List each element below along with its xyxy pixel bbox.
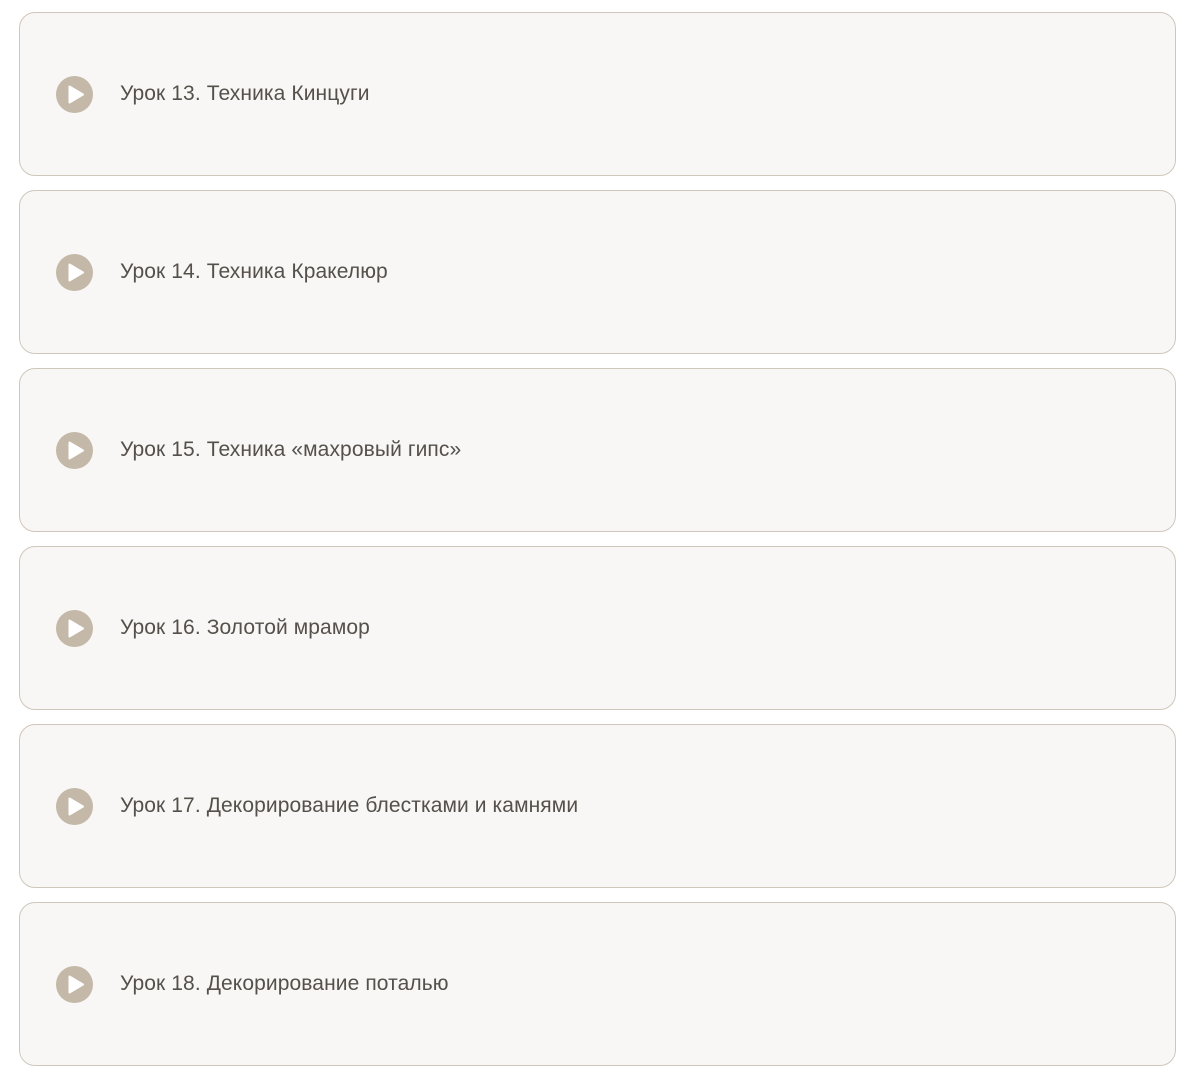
lesson-title: Урок 15. Техника «махровый гипс» <box>120 438 462 461</box>
play-icon[interactable] <box>56 609 93 647</box>
play-icon[interactable] <box>56 75 93 113</box>
lesson-title: Урок 13. Техника Кинцуги <box>120 82 370 105</box>
play-icon[interactable] <box>56 965 93 1003</box>
lesson-item-14[interactable]: Урок 14. Техника Кракелюр <box>19 190 1176 354</box>
lesson-list: Урок 13. Техника Кинцуги Урок 14. Техник… <box>19 12 1176 1080</box>
play-icon[interactable] <box>56 431 93 469</box>
lesson-title: Урок 18. Декорирование поталью <box>120 972 449 995</box>
lesson-item-17[interactable]: Урок 17. Декорирование блестками и камня… <box>19 724 1176 888</box>
lesson-item-15[interactable]: Урок 15. Техника «махровый гипс» <box>19 368 1176 532</box>
lesson-item-18[interactable]: Урок 18. Декорирование поталью <box>19 902 1176 1066</box>
play-icon[interactable] <box>56 253 93 291</box>
lesson-title: Урок 16. Золотой мрамор <box>120 616 370 639</box>
lesson-item-13[interactable]: Урок 13. Техника Кинцуги <box>19 12 1176 176</box>
lesson-title: Урок 17. Декорирование блестками и камня… <box>120 794 579 817</box>
lesson-item-16[interactable]: Урок 16. Золотой мрамор <box>19 546 1176 710</box>
play-icon[interactable] <box>56 787 93 825</box>
lesson-title: Урок 14. Техника Кракелюр <box>120 260 388 283</box>
